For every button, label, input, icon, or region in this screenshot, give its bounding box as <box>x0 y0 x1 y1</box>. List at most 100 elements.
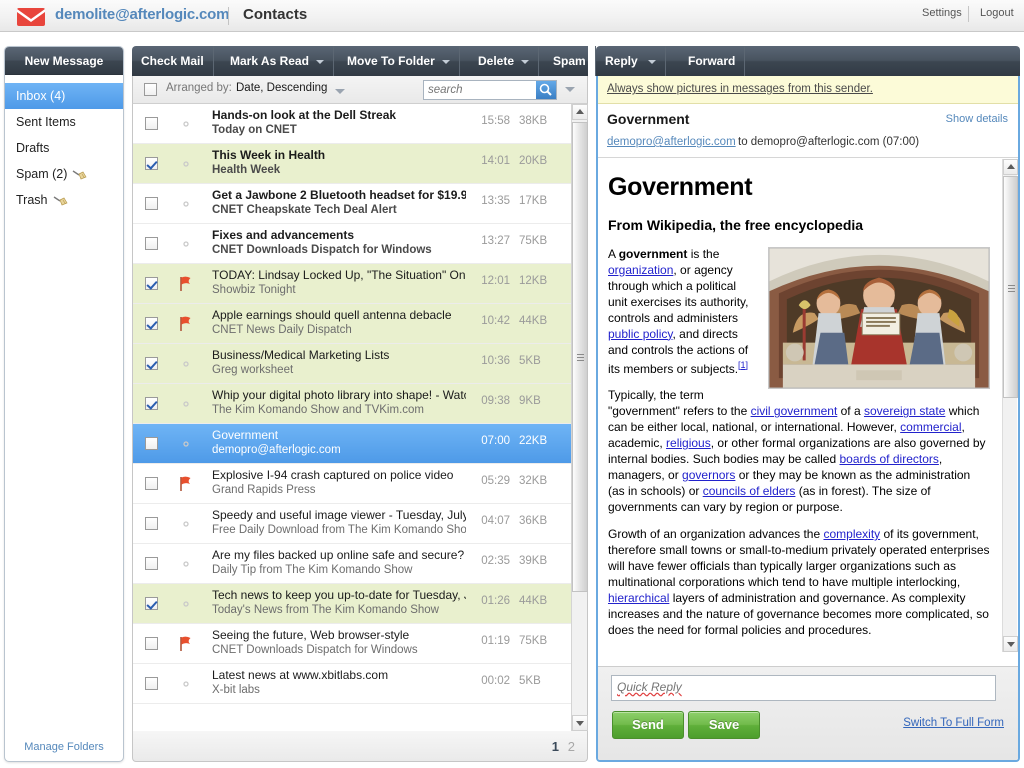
message-row[interactable]: Government demopro@afterlogic.com 07:00 22K… <box>133 424 587 464</box>
content-scroll-thumb[interactable] <box>1003 176 1018 398</box>
message-row[interactable]: Business/Medical Marketing Lists Greg wor… <box>133 344 587 384</box>
always-show-pictures-link[interactable]: Always show pictures in messages from th… <box>607 83 873 95</box>
contacts-link[interactable]: Contacts <box>243 6 307 23</box>
flag-icon[interactable] <box>177 275 195 293</box>
search-icon[interactable] <box>536 81 556 99</box>
message-row[interactable]: TODAY: Lindsay Locked Up, "The Situation… <box>133 264 587 304</box>
message-size: 5KB <box>519 355 541 367</box>
message-row[interactable]: Fixes and advancements CNET Downloads Dis… <box>133 224 587 264</box>
forward-button[interactable]: Forward <box>679 46 746 76</box>
flag-icon[interactable] <box>177 315 195 333</box>
message-row[interactable]: Are my files backed up online safe and s… <box>133 544 587 584</box>
account-email[interactable]: demolite@afterlogic.com <box>55 6 229 23</box>
select-all-checkbox[interactable] <box>144 83 157 96</box>
message-row[interactable]: Get a Jawbone 2 Bluetooth headset for $1… <box>133 184 587 224</box>
message-row[interactable]: Latest news at www.xbitlabs.com X-bit lab… <box>133 664 587 704</box>
flag-icon[interactable] <box>177 475 195 493</box>
message-sender: Health Week <box>212 164 281 176</box>
flag-icon[interactable] <box>177 275 195 293</box>
link-religious[interactable]: religious <box>666 436 711 450</box>
logout-link[interactable]: Logout <box>980 7 1014 19</box>
switch-to-full-form-link[interactable]: Switch To Full Form <box>903 717 1004 729</box>
link-councils-of-elders[interactable]: councils of elders <box>703 484 796 498</box>
delete-button[interactable]: Delete <box>469 46 540 76</box>
link-governors[interactable]: governors <box>682 468 735 482</box>
message-row[interactable]: Speedy and useful image viewer - Tuesday… <box>133 504 587 544</box>
move-to-folder-button[interactable]: Move To Folder <box>338 46 460 76</box>
send-button[interactable]: Send <box>612 711 684 739</box>
chevron-down-icon[interactable] <box>521 59 530 64</box>
message-checkbox[interactable] <box>145 357 158 370</box>
manage-folders-link[interactable]: Manage Folders <box>5 741 123 753</box>
broom-icon[interactable] <box>52 195 68 207</box>
message-checkbox[interactable] <box>145 597 158 610</box>
sidebar-folder-spam[interactable]: Spam (2) <box>5 161 123 187</box>
message-checkbox[interactable] <box>145 237 158 250</box>
chevron-down-icon[interactable] <box>648 59 657 64</box>
message-row[interactable]: Hands-on look at the Dell Streak Today on… <box>133 104 587 144</box>
content-scroll-up-button[interactable] <box>1003 159 1018 175</box>
flag-icon[interactable] <box>177 475 195 493</box>
message-checkbox[interactable] <box>145 477 158 490</box>
flag-icon[interactable] <box>177 635 195 653</box>
message-row[interactable]: Explosive I-94 crash captured on police … <box>133 464 587 504</box>
link-reference-1[interactable]: [1] <box>738 360 748 370</box>
link-public-policy[interactable]: public policy <box>608 327 672 341</box>
message-checkbox[interactable] <box>145 517 158 530</box>
flag-icon[interactable] <box>177 315 195 333</box>
search-options-chevron-icon[interactable] <box>565 87 575 92</box>
link-hierarchical[interactable]: hierarchical <box>608 591 669 605</box>
message-row[interactable]: Tech news to keep you up-to-date for Tue… <box>133 584 587 624</box>
link-commercial[interactable]: commercial <box>900 420 961 434</box>
content-scroll-down-button[interactable] <box>1003 636 1018 652</box>
message-checkbox[interactable] <box>145 157 158 170</box>
sidebar-folder-inbox[interactable]: Inbox (4) <box>5 83 123 109</box>
new-message-button[interactable]: New Message <box>5 47 123 75</box>
scroll-thumb[interactable] <box>572 122 588 592</box>
link-sovereign-state[interactable]: sovereign state <box>864 404 945 418</box>
scroll-up-button[interactable] <box>572 104 588 120</box>
message-list[interactable]: Hands-on look at the Dell Streak Today on… <box>132 104 588 731</box>
check-mail-button[interactable]: Check Mail <box>132 46 214 76</box>
chevron-down-icon[interactable] <box>441 59 450 64</box>
settings-link[interactable]: Settings <box>922 7 962 19</box>
flag-icon[interactable] <box>177 635 195 653</box>
sidebar-folder-trash[interactable]: Trash <box>5 187 123 213</box>
sidebar-folder-sent-items[interactable]: Sent Items <box>5 109 123 135</box>
show-details-link[interactable]: Show details <box>946 113 1008 125</box>
link-civil-government[interactable]: civil government <box>751 404 838 418</box>
page-1-button[interactable]: 1 <box>552 739 559 754</box>
save-button[interactable]: Save <box>688 711 760 739</box>
message-checkbox[interactable] <box>145 637 158 650</box>
message-checkbox[interactable] <box>145 117 158 130</box>
mark-as-read-button[interactable]: Mark As Read <box>221 46 334 76</box>
message-checkbox[interactable] <box>145 317 158 330</box>
message-checkbox[interactable] <box>145 277 158 290</box>
reply-button[interactable]: Reply <box>596 46 667 76</box>
message-checkbox[interactable] <box>145 437 158 450</box>
link-organization[interactable]: organization <box>608 263 673 277</box>
message-row[interactable]: This Week in Health Health Week 14:01 20KB <box>133 144 587 184</box>
message-checkbox[interactable] <box>145 397 158 410</box>
spam-button[interactable]: Spam <box>544 46 596 76</box>
message-checkbox[interactable] <box>145 557 158 570</box>
message-row[interactable]: Seeing the future, Web browser-style CNET… <box>133 624 587 664</box>
search-input[interactable] <box>424 81 537 99</box>
arranged-by-value[interactable]: Date, Descending <box>236 82 327 94</box>
chevron-down-icon[interactable] <box>335 89 345 94</box>
quick-reply-input[interactable] <box>611 675 996 701</box>
link-boards-of-directors[interactable]: boards of directors <box>839 452 938 466</box>
message-from-address[interactable]: demopro@afterlogic.com <box>607 136 736 148</box>
broom-icon[interactable] <box>71 169 87 181</box>
list-scrollbar[interactable] <box>571 104 588 731</box>
message-row[interactable]: Apple earnings should quell antenna deba… <box>133 304 587 344</box>
message-checkbox[interactable] <box>145 197 158 210</box>
scroll-down-button[interactable] <box>572 715 588 731</box>
chevron-down-icon[interactable] <box>315 59 324 64</box>
page-2-button[interactable]: 2 <box>568 739 575 754</box>
sidebar-folder-drafts[interactable]: Drafts <box>5 135 123 161</box>
message-checkbox[interactable] <box>145 677 158 690</box>
content-scrollbar[interactable] <box>1002 159 1018 652</box>
message-row[interactable]: Whip your digital photo library into sha… <box>133 384 587 424</box>
link-complexity[interactable]: complexity <box>823 527 880 541</box>
